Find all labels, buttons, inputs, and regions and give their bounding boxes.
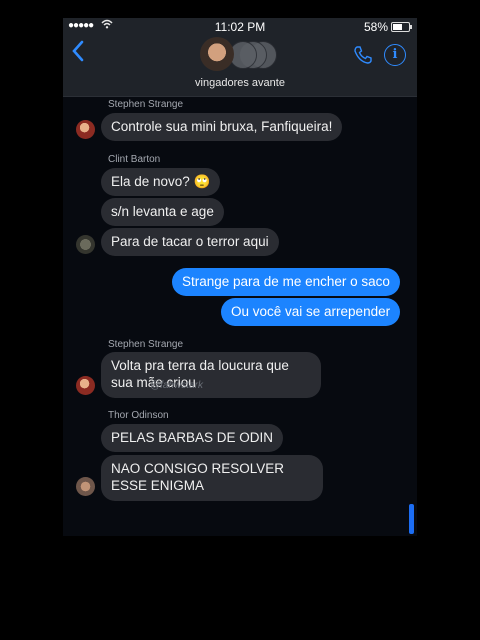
phone-icon[interactable]: [353, 45, 373, 65]
battery-percent: 58%: [363, 20, 388, 34]
chat-screen: ●●●●● 11:02 PM 58% vingadores avante i S…: [63, 18, 417, 536]
message-bubble[interactable]: Para de tacar o terror aqui: [101, 228, 279, 256]
battery-icon: [391, 22, 412, 32]
sender-name: Thor Odinson: [108, 410, 169, 421]
sender-name: Stephen Strange: [108, 99, 184, 110]
sender-name: Stephen Strange: [108, 339, 184, 350]
message-bubble[interactable]: s/n levanta e age: [101, 198, 224, 226]
scrollbar[interactable]: [409, 504, 414, 534]
avatar-strange[interactable]: [76, 120, 95, 139]
avatar-thor[interactable]: [76, 477, 95, 496]
avatar-strange[interactable]: [76, 376, 95, 395]
message-bubble[interactable]: NAO CONSIGO RESOLVER ESSE ENIGMA: [101, 455, 323, 501]
back-chevron-icon[interactable]: [71, 38, 85, 69]
message-bubble[interactable]: PELAS BARBAS DE ODIN: [101, 424, 284, 452]
message-bubble[interactable]: Volta pra terra da loucura que sua mãe c…: [101, 352, 321, 398]
group-avatar[interactable]: [200, 37, 234, 71]
info-icon[interactable]: i: [384, 44, 406, 66]
status-bar: ●●●●● 11:02 PM 58%: [63, 18, 417, 36]
message-bubble[interactable]: Ela de novo? 🙄: [101, 168, 221, 196]
chat-header: ●●●●● 11:02 PM 58% vingadores avante i: [63, 18, 417, 97]
group-name[interactable]: vingadores avante: [63, 77, 417, 89]
message-bubble[interactable]: Controle sua mini bruxa, Fanfiqueira!: [101, 113, 343, 141]
outgoing-message-bubble[interactable]: Ou você vai se arrepender: [221, 298, 401, 326]
group-avatars[interactable]: [229, 39, 279, 69]
sender-name: Clint Barton: [108, 154, 161, 165]
watermark: @fahwstark: [150, 380, 203, 391]
avatar-clint[interactable]: [76, 235, 95, 254]
outgoing-message-bubble[interactable]: Strange para de me encher o saco: [172, 268, 400, 296]
